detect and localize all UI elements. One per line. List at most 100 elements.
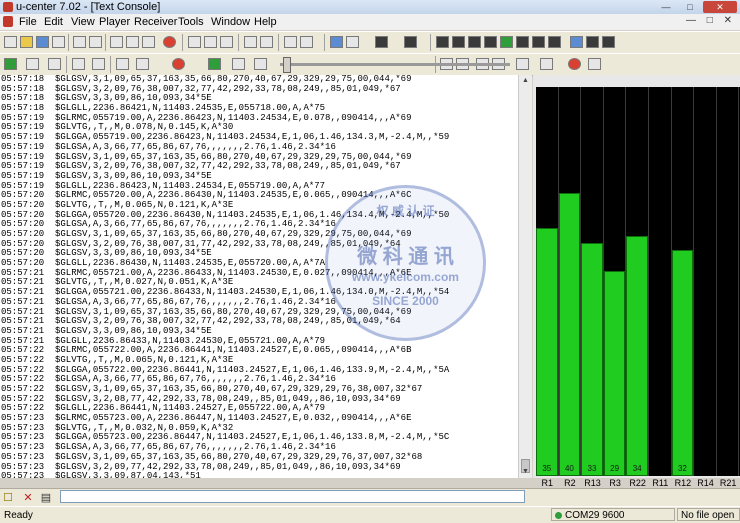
toolbar-separator [324,34,325,51]
main-toolbar [0,31,740,54]
binary-console-icon[interactable] [220,36,233,48]
eject-icon[interactable] [116,58,129,70]
signal-bar-column: 40 [558,87,582,476]
sky-view-icon[interactable] [436,36,449,48]
watermark-url: www.ykelcom.com [352,270,459,284]
paste-icon[interactable] [142,36,155,48]
menu-file[interactable]: File [19,14,37,30]
scroll-up-icon[interactable]: ▲ [519,75,532,87]
port-status-icon [555,511,562,519]
gear-icon[interactable] [516,58,529,70]
grid-icon[interactable] [588,58,601,70]
step-forward-icon[interactable] [232,58,245,70]
open-folder-icon[interactable] [20,36,33,48]
close-button[interactable]: ✕ [703,1,737,13]
satellite-label: R22 [629,478,646,488]
deviation-map-icon[interactable] [404,36,417,48]
menu-view[interactable]: View [71,14,95,30]
command-input[interactable] [60,490,525,503]
cut-icon[interactable] [110,36,123,48]
alarm-icon[interactable] [568,58,581,70]
baudrate-icon[interactable] [26,58,39,70]
toolbar-separator [182,34,183,51]
speedometer-icon[interactable] [548,36,561,48]
satellite-label: R13 [584,478,601,488]
send-icon[interactable]: ▤ [40,492,52,504]
text-console-icon[interactable] [284,36,297,48]
dropdown-arrow-icon[interactable] [52,36,65,48]
signal-value-label: 40 [564,464,574,473]
signal-bar-column: 33 [581,87,604,476]
options-icon[interactable] [540,58,553,70]
signal-bar-column [717,87,740,476]
data-view-icon[interactable] [300,36,313,48]
altimeter-icon[interactable] [516,36,529,48]
histogram-view-icon[interactable] [375,36,388,48]
packet-console-icon[interactable] [244,36,257,48]
menu-tools[interactable]: Tools [178,14,204,30]
title-bar: u-center 7.02 - [Text Console] — □ ✕ [0,0,740,14]
clock-icon[interactable] [532,36,545,48]
signal-bar [558,193,581,476]
play-icon[interactable] [208,58,221,70]
scroll-down-icon[interactable]: ▼ [519,466,532,478]
minimize-button[interactable]: — [655,1,677,13]
status-port[interactable]: COM29 9600 [551,508,675,521]
watermark-top-text: 权 威 认 证 [376,204,435,218]
new-file-icon[interactable] [4,36,17,48]
playback-slider-thumb[interactable] [283,57,291,73]
connection-icon[interactable] [4,58,17,70]
data-icon[interactable] [602,36,615,48]
satellite-label: R1 [541,478,554,488]
poll-icon[interactable] [72,58,85,70]
signal-bar-column: 34 [626,87,649,476]
print-preview-icon[interactable] [89,36,102,48]
satellite-level-icon[interactable] [452,36,465,48]
playback-slider-track[interactable] [280,63,510,66]
clear-icon[interactable]: ✕ [22,492,34,504]
step-back-icon[interactable] [254,58,267,70]
status-file: No file open [677,508,740,521]
signal-bars-icon[interactable] [500,36,513,48]
menu-help[interactable]: Help [254,14,277,30]
signal-bar-column [649,87,672,476]
document-icon[interactable] [3,16,13,27]
satellite-label: R21 [719,478,737,488]
print-icon[interactable] [73,36,86,48]
toolbar-separator [278,34,279,51]
toolbar-separator [68,34,69,51]
ruler-icon[interactable] [586,36,599,48]
receiver-config-icon[interactable] [188,36,201,48]
about-icon[interactable] [163,36,176,48]
status-bar: Ready COM29 9600 No file open [0,506,740,523]
poll-options-icon[interactable] [92,58,105,70]
signal-bar [603,271,626,476]
message-view-icon[interactable] [204,36,217,48]
menu-window[interactable]: Window [211,14,250,30]
watermark-since: SINCE 2000 [372,294,439,308]
mdi-window-controls[interactable]: — □ ✕ [686,15,736,26]
menu-receiver[interactable]: Receiver [134,14,177,30]
menu-player[interactable]: Player [99,14,130,30]
signal-bar-column [694,87,717,476]
satellite-label: R12 [674,478,692,488]
menu-edit[interactable]: Edit [44,14,63,30]
signal-bar-column: 29 [603,87,627,476]
toolbar-separator [238,34,239,51]
table-view-icon[interactable] [260,36,273,48]
maximize-button[interactable]: □ [679,1,701,13]
autobaud-icon[interactable] [48,58,61,70]
pause-icon[interactable] [136,58,149,70]
compass-icon[interactable] [468,36,481,48]
copy-icon[interactable] [126,36,139,48]
map-view-icon[interactable] [330,36,343,48]
watermark-seal: 权 威 认 证 微 科 通 讯 www.ykelcom.com SINCE 20… [325,185,486,341]
chart-view-icon[interactable] [346,36,359,48]
signal-bar-column: 32 [671,87,695,476]
record-icon[interactable] [172,58,185,70]
lock-icon[interactable]: ☐ [2,492,14,504]
console-scrollbar[interactable]: ▲ ▼ [518,75,532,478]
docking-window-icon[interactable] [570,36,583,48]
save-icon[interactable] [36,36,49,48]
watch-icon[interactable] [484,36,497,48]
